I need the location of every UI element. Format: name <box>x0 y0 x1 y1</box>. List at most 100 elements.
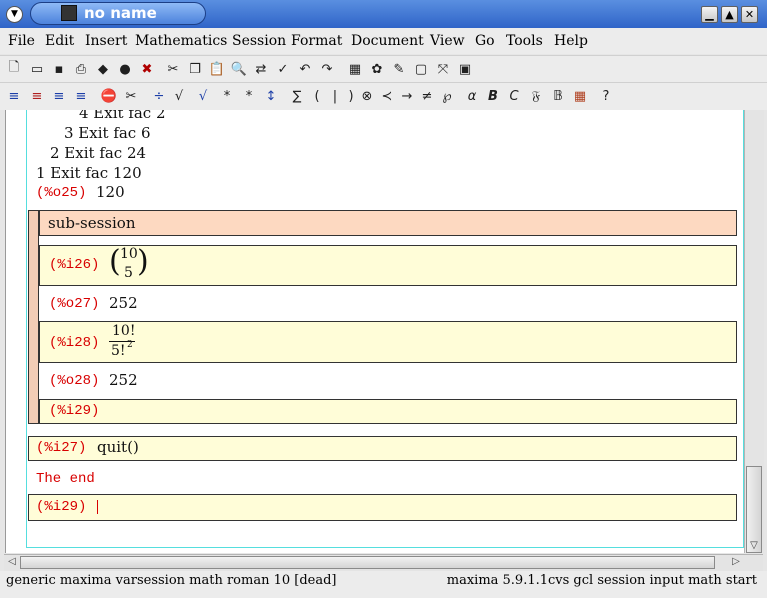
scroll-right-arrow[interactable]: ▷ <box>729 556 743 569</box>
save-icon[interactable]: ▪ <box>50 60 68 78</box>
paste-icon[interactable]: 📋 <box>208 60 226 78</box>
copy-icon[interactable]: ❐ <box>186 60 204 78</box>
menu-edit[interactable]: Edit <box>45 33 74 49</box>
scroll-left-arrow[interactable]: ◁ <box>5 556 19 569</box>
subsession-left-bar <box>28 210 39 424</box>
align-center-icon[interactable]: ≡ <box>28 87 46 105</box>
menu-help[interactable]: Help <box>554 33 588 49</box>
scroll-down-arrow[interactable]: ▽ <box>746 540 762 554</box>
help-icon[interactable]: ? <box>597 87 615 105</box>
blackboard-icon[interactable]: 𝔹 <box>549 87 567 105</box>
input-label-i29: (%i29) <box>36 499 87 515</box>
sqrt-icon[interactable]: √ <box>170 87 188 105</box>
menu-document[interactable]: Document <box>351 33 424 49</box>
app-icon <box>61 5 77 21</box>
fraction-icon[interactable]: ÷ <box>150 87 168 105</box>
output-value-o28: 252 <box>109 371 138 389</box>
fraction-denominator: 5! <box>111 343 126 359</box>
menu-tools[interactable]: Tools <box>506 33 543 49</box>
format-toolbar: ≡ ≡ ≡ ≡ ⛔ ✂ ÷ √ √ * * ↕ ∑ ( | ) ⊗ ≺ → ≠ … <box>0 82 767 110</box>
input-value-i27: quit() <box>97 438 139 456</box>
arrow-icon[interactable]: → <box>398 87 416 105</box>
frame-icon[interactable]: ▢ <box>412 60 430 78</box>
align-left-icon[interactable]: ≡ <box>5 87 23 105</box>
find-icon[interactable]: 🔍 <box>230 60 248 78</box>
main-toolbar: 🗋 ▭ ▪ ⎙ ◆ ● ✖ ✂ ❐ 📋 🔍 ⇄ ✓ ↶ ↷ ▦ ✿ ✎ ▢ ⤧ … <box>0 55 767 83</box>
paren-left-icon[interactable]: ( <box>308 87 326 105</box>
justify-icon[interactable]: ≡ <box>72 87 90 105</box>
otimes-icon[interactable]: ⊗ <box>358 87 376 105</box>
nth-root-icon[interactable]: √ <box>194 87 212 105</box>
above-below-icon[interactable]: ↕ <box>262 87 280 105</box>
insert-session-icon[interactable]: ⤧ <box>434 60 452 78</box>
draw-icon[interactable]: ✎ <box>390 60 408 78</box>
menu-format[interactable]: Format <box>291 33 342 49</box>
scissors-icon[interactable]: ✂ <box>122 87 140 105</box>
output-value-o27: 252 <box>109 294 138 312</box>
spell-icon[interactable]: ✓ <box>274 60 292 78</box>
output-label-o25: (%o25) <box>36 185 87 201</box>
table-icon[interactable]: ▦ <box>346 60 364 78</box>
calligraphic-icon[interactable]: C <box>505 87 523 105</box>
weierstrass-icon[interactable]: ℘ <box>438 87 456 105</box>
subsession-header[interactable] <box>39 210 737 236</box>
menu-go[interactable]: Go <box>475 33 495 49</box>
export-icon[interactable]: ◆ <box>94 60 112 78</box>
maximize-button[interactable]: ▲ <box>721 6 738 23</box>
open-icon[interactable]: ▭ <box>28 60 46 78</box>
fraktur-icon[interactable]: 𝔉 <box>527 87 545 105</box>
sum-icon[interactable]: ∑ <box>288 87 306 105</box>
prec-icon[interactable]: ≺ <box>378 87 396 105</box>
output-value-o25: 120 <box>96 183 125 201</box>
input-label-i26: (%i26) <box>49 257 100 273</box>
print-icon[interactable]: ⎙ <box>72 60 90 78</box>
text-cursor <box>97 500 98 514</box>
fraction-numerator: 10! <box>112 323 136 339</box>
horizontal-scroll-thumb[interactable] <box>20 556 715 569</box>
document-area[interactable]: 4 Exit fac 2 3 Exit fac 6 2 Exit fac 24 … <box>5 110 744 553</box>
window-menu-button[interactable]: ▼ <box>6 6 23 23</box>
binomial-top: 10 <box>120 246 138 262</box>
stop-icon[interactable]: ⛔ <box>100 87 118 105</box>
subsession-title: sub-session <box>48 214 136 232</box>
subscript-icon[interactable]: * <box>218 87 236 105</box>
input-label-i28: (%i28) <box>49 335 100 351</box>
trace-line-2: 3 Exit fac 6 <box>64 124 151 142</box>
trace-line-3: 2 Exit fac 24 <box>50 144 147 162</box>
status-bar: generic maxima varsession math roman 10 … <box>0 571 767 598</box>
replace-icon[interactable]: ⇄ <box>252 60 270 78</box>
image-icon[interactable]: ✿ <box>368 60 386 78</box>
input-label-i29-sub: (%i29) <box>49 403 100 419</box>
greek-icon[interactable]: α <box>463 87 481 105</box>
neq-icon[interactable]: ≠ <box>418 87 436 105</box>
input-field-i29-sub[interactable] <box>39 399 737 424</box>
new-document-icon[interactable]: 🗋 <box>5 60 23 78</box>
trace-line-4: 1 Exit fac 120 <box>36 164 142 182</box>
menu-view[interactable]: View <box>430 33 465 49</box>
network-icon[interactable]: ● <box>116 60 134 78</box>
close-doc-icon[interactable]: ✖ <box>138 60 156 78</box>
superscript-icon[interactable]: * <box>240 87 258 105</box>
menu-file[interactable]: File <box>8 33 35 49</box>
menu-session[interactable]: Session <box>232 33 286 49</box>
window-title: no name <box>84 4 157 22</box>
bold-icon[interactable]: B <box>484 87 502 105</box>
binomial-close-paren: ) <box>137 244 149 279</box>
output-label-o28: (%o28) <box>49 373 100 389</box>
input-field-i28[interactable] <box>39 321 737 363</box>
screen-icon[interactable]: ▣ <box>456 60 474 78</box>
minimize-button[interactable]: ▁ <box>701 6 718 23</box>
output-label-o27: (%o27) <box>49 296 100 312</box>
align-right-icon[interactable]: ≡ <box>50 87 68 105</box>
close-button[interactable]: ✕ <box>741 6 758 23</box>
color-icon[interactable]: ▦ <box>571 87 589 105</box>
menu-mathematics[interactable]: Mathematics <box>135 33 227 49</box>
undo-icon[interactable]: ↶ <box>296 60 314 78</box>
cut-icon[interactable]: ✂ <box>164 60 182 78</box>
input-label-i27: (%i27) <box>36 440 87 456</box>
end-text: The end <box>36 471 95 487</box>
menu-insert[interactable]: Insert <box>85 33 127 49</box>
input-field-i29[interactable] <box>28 494 737 521</box>
status-left: generic maxima varsession math roman 10 … <box>6 573 337 588</box>
redo-icon[interactable]: ↷ <box>318 60 336 78</box>
